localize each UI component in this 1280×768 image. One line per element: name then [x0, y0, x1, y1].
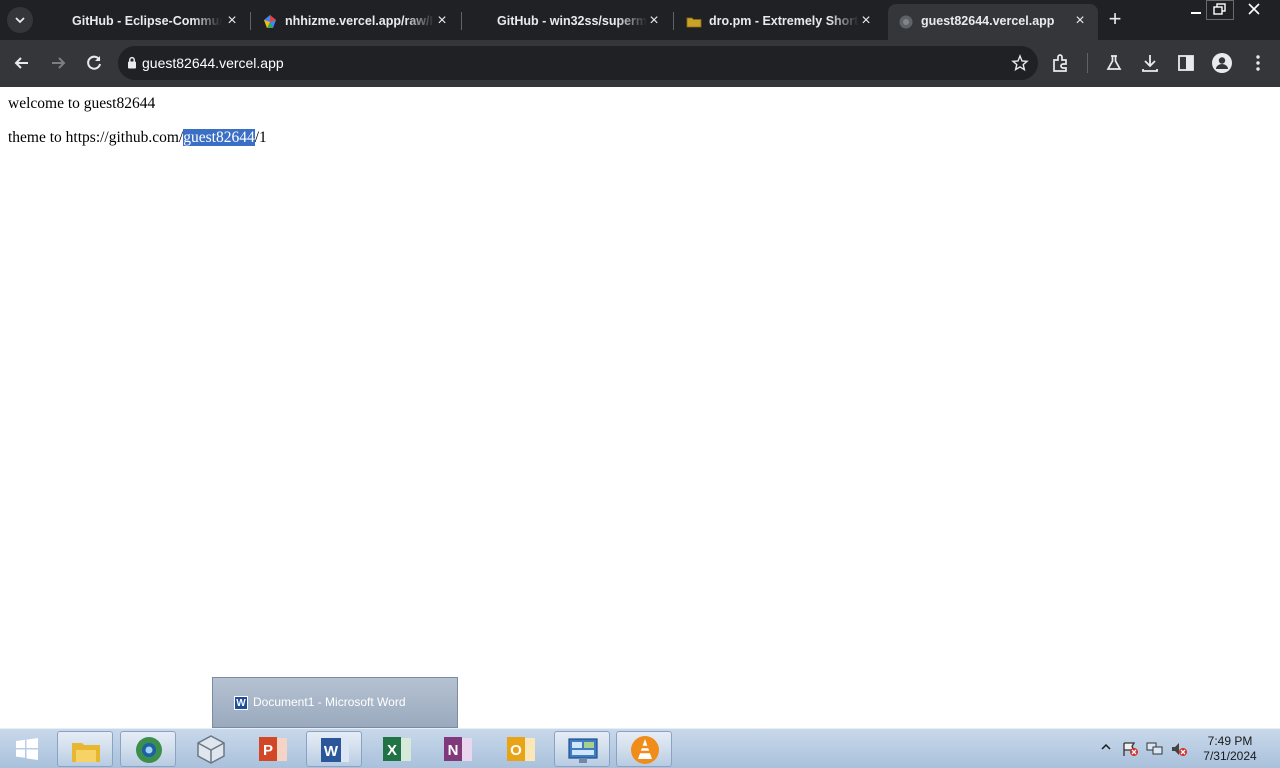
forward-icon[interactable]: [47, 52, 69, 74]
tab-dro-pm[interactable]: dro.pm - Extremely Short ×: [674, 4, 884, 40]
close-tab-icon[interactable]: ×: [224, 13, 240, 29]
reload-icon[interactable]: [83, 52, 105, 74]
close-window-button[interactable]: [1240, 0, 1268, 20]
show-hidden-icons-icon[interactable]: [1100, 741, 1112, 753]
theme-text: theme to https://github.com/guest82644/1: [8, 129, 267, 147]
svg-text:W: W: [324, 743, 339, 760]
word-document-icon: W: [234, 696, 248, 710]
selected-text[interactable]: guest82644: [183, 129, 255, 146]
restore-button[interactable]: [1206, 0, 1234, 20]
close-tab-icon[interactable]: ×: [434, 13, 450, 29]
colorful-favicon-icon: [264, 15, 276, 28]
clock-date: 7/31/2024: [1203, 749, 1257, 763]
page-content: welcome to guest82644 theme to https://g…: [0, 87, 1280, 728]
taskbar-file-explorer[interactable]: [57, 731, 113, 767]
taskbar-vlc[interactable]: [616, 731, 672, 767]
control-panel-icon: [568, 738, 598, 763]
close-tab-icon[interactable]: ×: [646, 13, 662, 29]
close-icon: [1248, 3, 1260, 15]
bookmark-star-icon[interactable]: [1011, 54, 1029, 72]
excel-icon: X: [383, 737, 411, 761]
close-tab-icon[interactable]: ×: [1072, 13, 1088, 29]
system-clock[interactable]: 7:49 PM 7/31/2024: [1190, 734, 1270, 764]
welcome-text: welcome to guest82644: [8, 95, 156, 112]
tab-title: guest82644.vercel.app: [921, 14, 1055, 28]
tab-guest82644[interactable]: guest82644.vercel.app ×: [888, 4, 1098, 40]
outlook-icon: O: [507, 737, 535, 761]
start-button[interactable]: [0, 731, 54, 767]
onenote-icon: N: [444, 737, 472, 761]
more-menu-icon[interactable]: [1247, 52, 1269, 74]
action-center-flag-icon[interactable]: [1121, 741, 1139, 757]
address-bar[interactable]: guest82644.vercel.app: [118, 46, 1038, 80]
tab-title: GitHub - Eclipse-Commun: [72, 14, 222, 28]
labs-flask-icon[interactable]: [1103, 52, 1125, 74]
globe-icon: [899, 15, 913, 29]
volume-muted-icon[interactable]: [1170, 741, 1188, 757]
network-icon[interactable]: [1146, 741, 1164, 757]
taskbar: P W X N O 7:49 PM 7/31/2024: [0, 728, 1280, 768]
tab-title: nhhizme.vercel.app/raw/I: [285, 14, 433, 28]
taskbar-powerpoint[interactable]: P: [245, 731, 301, 767]
taskbar-preview-popup[interactable]: W Document1 - Microsoft Word: [212, 677, 458, 728]
virtualbox-icon: [197, 735, 225, 764]
taskbar-word[interactable]: W: [306, 731, 362, 767]
start-orb-icon: [16, 738, 38, 760]
tab-search-button[interactable]: [7, 7, 33, 33]
extensions-icon[interactable]: [1050, 52, 1072, 74]
restore-icon: [1213, 3, 1226, 15]
taskbar-onenote[interactable]: N: [430, 731, 486, 767]
theme-text-prefix: theme to https://github.com/: [8, 129, 184, 146]
address-text[interactable]: guest82644.vercel.app: [142, 55, 284, 71]
word-icon: W: [321, 738, 349, 762]
taskbar-control-panel[interactable]: [554, 731, 610, 767]
tab-nhhizme-raw[interactable]: nhhizme.vercel.app/raw/I ×: [250, 4, 460, 40]
tab-title: GitHub - win32ss/superm: [497, 14, 647, 28]
taskbar-excel[interactable]: X: [369, 731, 425, 767]
taskbar-outlook[interactable]: O: [493, 731, 549, 767]
profile-avatar-icon[interactable]: [1211, 52, 1233, 74]
taskbar-virtualbox[interactable]: [183, 731, 239, 767]
vlc-icon: [631, 736, 659, 764]
toolbar-separator: [1087, 53, 1088, 73]
browser-icon: [136, 737, 162, 763]
new-tab-button[interactable]: +: [1101, 7, 1129, 33]
browser-toolbar: guest82644.vercel.app: [0, 40, 1280, 87]
lock-icon[interactable]: [127, 56, 137, 69]
tab-strip: GitHub - Eclipse-Commun × nhhizme.vercel…: [0, 0, 1280, 40]
github-icon: [55, 15, 69, 29]
tab-github-win32ss[interactable]: GitHub - win32ss/superm ×: [462, 4, 672, 40]
svg-text:X: X: [387, 742, 397, 759]
theme-text-suffix: /1: [254, 129, 267, 146]
powerpoint-icon: P: [259, 737, 287, 761]
close-tab-icon[interactable]: ×: [858, 13, 874, 29]
file-explorer-icon: [72, 743, 100, 762]
download-icon[interactable]: [1139, 52, 1161, 74]
tab-github-eclipse[interactable]: GitHub - Eclipse-Commun ×: [40, 4, 250, 40]
folder-favicon-icon: [686, 17, 702, 28]
svg-text:N: N: [448, 742, 459, 759]
chevron-down-icon: [15, 17, 25, 24]
preview-label[interactable]: Document1 - Microsoft Word: [253, 695, 406, 709]
github-icon: [477, 15, 491, 29]
side-panel-icon[interactable]: [1175, 52, 1197, 74]
taskbar-browser[interactable]: [120, 731, 176, 767]
svg-text:P: P: [263, 742, 273, 759]
clock-time: 7:49 PM: [1207, 734, 1253, 748]
back-icon[interactable]: [11, 52, 33, 74]
svg-text:O: O: [510, 742, 522, 759]
tab-title: dro.pm - Extremely Short: [709, 14, 859, 28]
